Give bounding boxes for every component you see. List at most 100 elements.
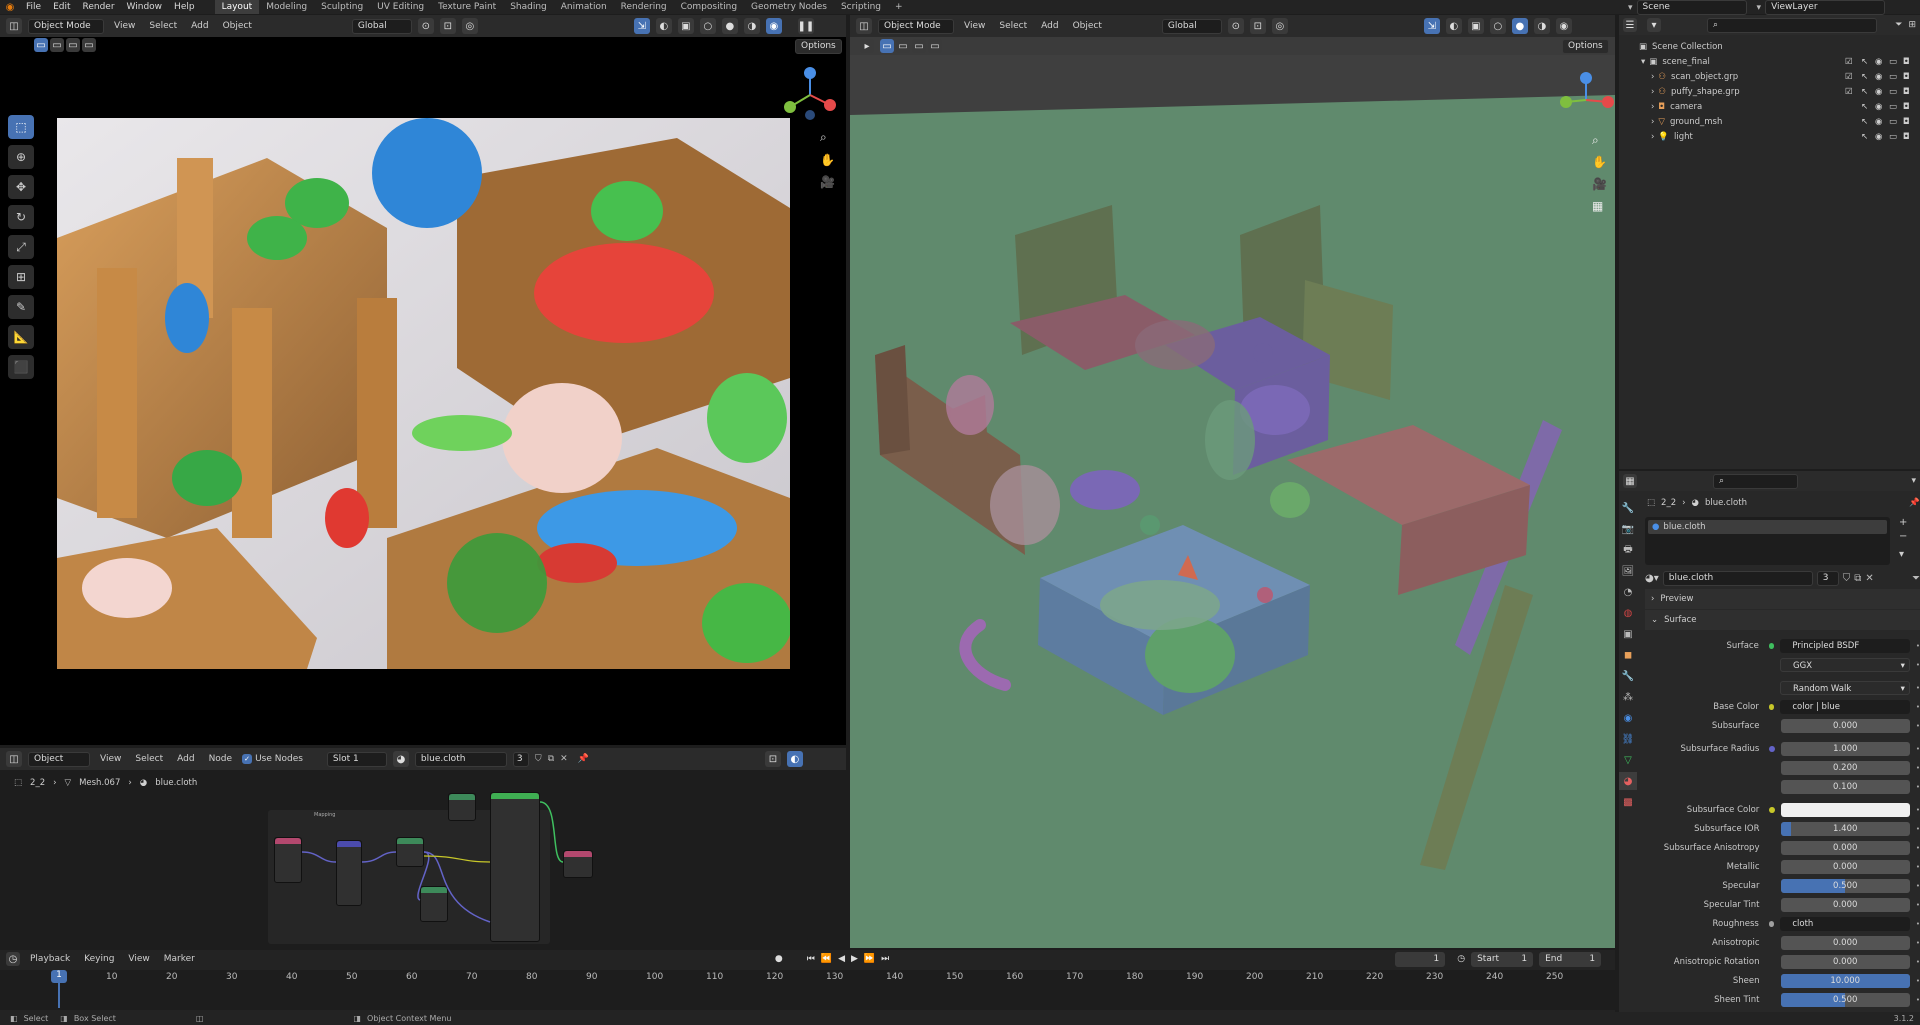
- tab-sculpting[interactable]: Sculpting: [314, 0, 370, 14]
- node-menu-view[interactable]: View: [96, 754, 125, 764]
- select-arrow-icon[interactable]: ↖: [1861, 57, 1868, 67]
- jump-key-forward-icon[interactable]: ⏩: [864, 954, 875, 964]
- tool-tab-icon[interactable]: 🔧: [1619, 499, 1637, 517]
- select-invert-icon[interactable]: ▭: [928, 39, 942, 53]
- add-workspace-icon[interactable]: +: [888, 0, 910, 14]
- scale-tool-icon[interactable]: ⤢: [8, 235, 34, 259]
- remove-slot-icon[interactable]: −: [1899, 531, 1907, 542]
- display-mode-icon[interactable]: ▾: [1647, 18, 1661, 32]
- left-orientation-select[interactable]: Global: [351, 18, 412, 34]
- monitor-icon[interactable]: ▭: [1889, 102, 1897, 112]
- keyframe-dot-icon[interactable]: •: [1916, 844, 1920, 852]
- menu-render[interactable]: Render: [77, 2, 121, 12]
- outliner-search-field[interactable]: ⌕: [1707, 17, 1877, 33]
- select-extend-icon[interactable]: ▭: [896, 39, 910, 53]
- menu-help[interactable]: Help: [168, 2, 201, 12]
- view-layer-tab-icon[interactable]: 🖼: [1619, 562, 1637, 580]
- properties-editor-icon[interactable]: ▦: [1623, 474, 1637, 488]
- outliner-item[interactable]: › ⚇ puffy_shape.grp ☑ ↖ ◉ ▭ ◘: [1619, 84, 1920, 99]
- tab-animation[interactable]: Animation: [554, 0, 614, 14]
- camera-view-icon[interactable]: 🎥: [1592, 177, 1607, 191]
- view-layer-field[interactable]: ViewLayer: [1765, 0, 1886, 15]
- tab-rendering[interactable]: Rendering: [614, 0, 674, 14]
- property-value-field[interactable]: 1.400: [1780, 821, 1910, 836]
- select-invert-icon[interactable]: ▭: [82, 38, 96, 52]
- menu-file[interactable]: File: [20, 2, 47, 12]
- timeline-editor-icon[interactable]: ◷: [6, 952, 20, 966]
- select-arrow-icon[interactable]: ↖: [1861, 72, 1868, 82]
- material-users-field[interactable]: 3: [1816, 570, 1839, 586]
- node-object-select[interactable]: Object: [28, 751, 90, 767]
- node-menu-node[interactable]: Node: [205, 754, 237, 764]
- outliner-item[interactable]: › ▽ ground_msh ↖ ◉ ▭ ◘: [1619, 114, 1920, 129]
- keyframe-dot-icon[interactable]: •: [1916, 722, 1920, 730]
- play-icon[interactable]: ▶: [851, 954, 858, 964]
- pan-hand-icon[interactable]: ✋: [820, 153, 835, 167]
- shading-rendered-icon[interactable]: ◉: [1555, 18, 1572, 34]
- material-sphere-icon[interactable]: ◕: [392, 751, 409, 767]
- camera-icon[interactable]: ◘: [1903, 57, 1910, 67]
- rotate-tool-icon[interactable]: ↻: [8, 205, 34, 229]
- keyframe-dot-icon[interactable]: •: [1916, 783, 1920, 791]
- left-menu-object[interactable]: Object: [219, 21, 256, 31]
- tab-geometry-nodes[interactable]: Geometry Nodes: [744, 0, 834, 14]
- node-material-field[interactable]: blue.cloth: [414, 751, 507, 767]
- timeline-menu-view[interactable]: View: [124, 954, 153, 964]
- pivot-icon[interactable]: ⊙: [417, 18, 434, 34]
- move-tool-icon[interactable]: ✥: [8, 175, 34, 199]
- property-value-field[interactable]: 10.000: [1780, 973, 1910, 988]
- outliner-editor-icon[interactable]: ☰: [1623, 18, 1637, 32]
- collection-tab-icon[interactable]: ▣: [1619, 625, 1637, 643]
- duplicate-icon[interactable]: ⧉: [548, 754, 554, 764]
- keyframe-dot-icon[interactable]: •: [1916, 996, 1920, 1004]
- fake-user-icon[interactable]: ⛉: [535, 754, 542, 764]
- duplicate-icon[interactable]: ⧉: [1854, 573, 1861, 584]
- eye-icon[interactable]: ◉: [1875, 87, 1882, 97]
- outliner-collection[interactable]: ▾ ▣ scene_final ☑ ↖ ◉ ▭ ◘: [1619, 54, 1920, 69]
- node-material-users[interactable]: 3: [512, 751, 529, 767]
- socket-icon[interactable]: [1768, 920, 1775, 927]
- gizmo-icon[interactable]: ⇲: [633, 18, 650, 34]
- jump-end-icon[interactable]: ⏭: [881, 954, 889, 964]
- shading-solid-icon[interactable]: ●: [721, 18, 738, 34]
- snap-icon[interactable]: ⊡: [439, 18, 456, 34]
- world-tab-icon[interactable]: ◍: [1619, 604, 1637, 622]
- keyframe-dot-icon[interactable]: •: [1916, 745, 1920, 753]
- keyframe-dot-icon[interactable]: •: [1916, 703, 1920, 711]
- transform-tool-icon[interactable]: ⊞: [8, 265, 34, 289]
- xray-icon[interactable]: ▣: [1467, 18, 1484, 34]
- slot-menu-icon[interactable]: ▾: [1899, 549, 1904, 560]
- play-reverse-icon[interactable]: ◀: [838, 954, 845, 964]
- property-dropdown[interactable]: Random Walk ▾: [1780, 680, 1910, 695]
- right-menu-select[interactable]: Select: [995, 21, 1031, 31]
- property-value-field[interactable]: 0.000: [1780, 859, 1910, 874]
- new-collection-icon[interactable]: ⊞: [1908, 20, 1916, 30]
- property-value-field[interactable]: 0.500: [1780, 878, 1910, 893]
- render-tab-icon[interactable]: 📷: [1619, 520, 1637, 538]
- jump-start-icon[interactable]: ⏮: [807, 954, 815, 964]
- tool-shelf-toggle-icon[interactable]: ▸: [860, 39, 874, 53]
- monitor-icon[interactable]: ▭: [1889, 117, 1897, 127]
- select-subtract-icon[interactable]: ▭: [912, 39, 926, 53]
- pause-render-icon[interactable]: ❚❚: [798, 18, 814, 34]
- linked-input-field[interactable]: color | blue: [1780, 699, 1910, 714]
- select-tool-icon[interactable]: ⬚: [8, 115, 34, 139]
- keyframe-dot-icon[interactable]: •: [1916, 684, 1920, 692]
- keyframe-dot-icon[interactable]: •: [1916, 642, 1920, 650]
- expand-arrow-icon[interactable]: ›: [1651, 132, 1654, 142]
- menu-window[interactable]: Window: [121, 2, 169, 12]
- socket-icon[interactable]: [1769, 745, 1775, 752]
- left-mode-select[interactable]: Object Mode: [28, 18, 104, 34]
- keyframe-dot-icon[interactable]: •: [1916, 977, 1920, 985]
- add-slot-icon[interactable]: +: [1899, 517, 1907, 528]
- playhead[interactable]: 1: [51, 970, 67, 983]
- property-value-field[interactable]: 0.500: [1780, 992, 1910, 1007]
- shading-material-icon[interactable]: ◑: [1533, 18, 1550, 34]
- proportional-icon[interactable]: ◎: [1271, 18, 1288, 34]
- navigation-gizmo[interactable]: [1558, 72, 1614, 128]
- preview-panel-header[interactable]: › Preview: [1645, 589, 1920, 609]
- 3d-viewport[interactable]: ▸ ▭ ▭ ▭ ▭ Options ⌕ ✋ 🎥 ▦: [850, 37, 1615, 948]
- select-arrow-icon[interactable]: ↖: [1861, 102, 1868, 112]
- checkbox-icon[interactable]: ☑: [1845, 72, 1853, 82]
- shading-material-icon[interactable]: ◑: [743, 18, 760, 34]
